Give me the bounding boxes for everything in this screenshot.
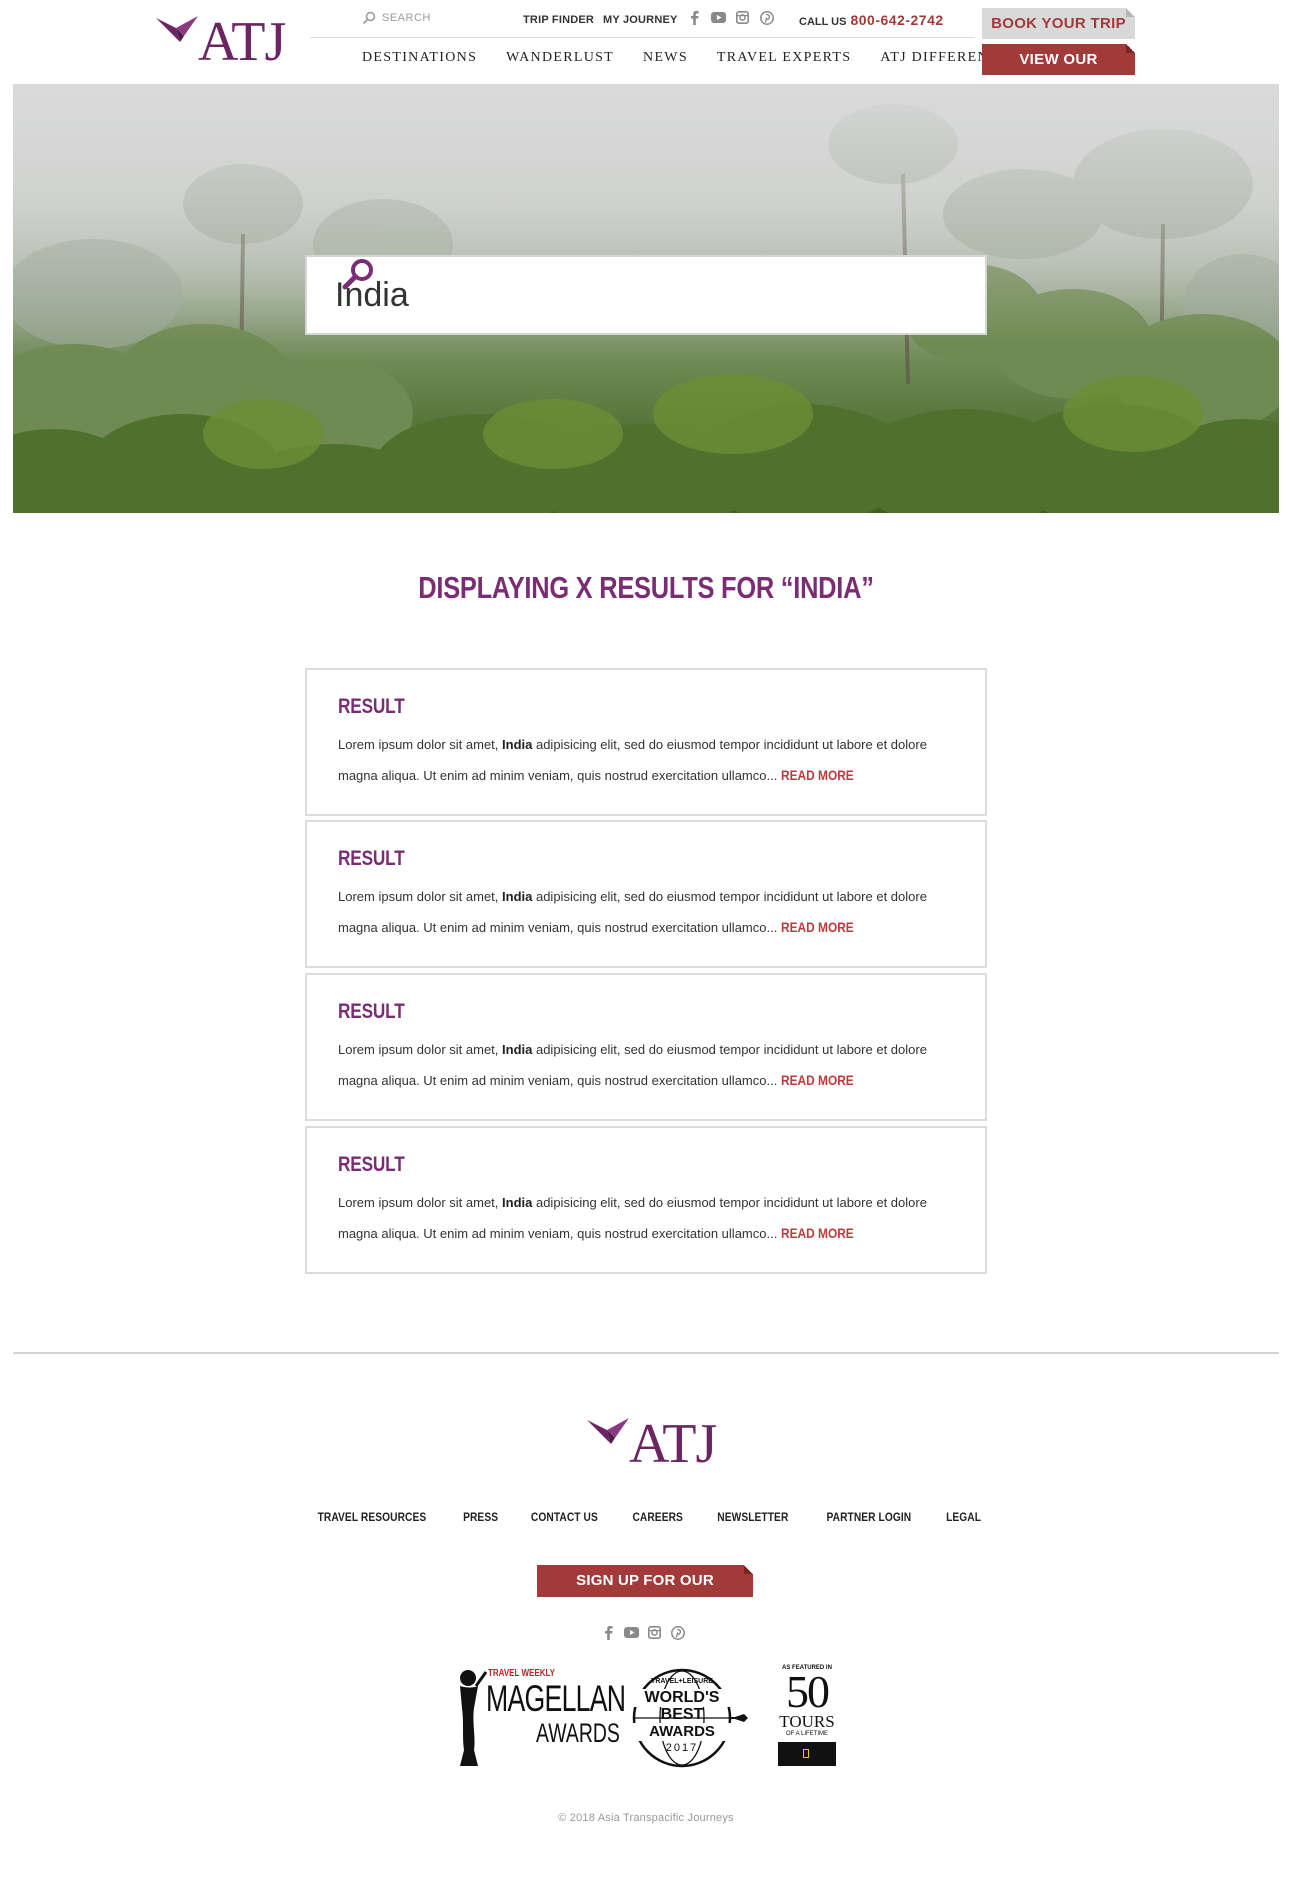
main-nav: DESTINATIONS WANDERLUST NEWS TRAVEL EXPE… [362, 50, 1038, 66]
result-title[interactable]: RESULT [338, 847, 405, 871]
search-term-highlight: India [502, 1042, 533, 1057]
atj-logo[interactable]: ATJ [154, 8, 286, 78]
header-divider [310, 37, 975, 38]
pinterest-icon[interactable] [759, 10, 774, 25]
read-more-link[interactable]: READ MORE [781, 912, 854, 942]
worlds-best-line1: WORLD'S [632, 1689, 732, 1707]
footer-divider [13, 1352, 1279, 1354]
site-header: ATJ SEARCH TRIP FINDER MY JOURNEY CALL U… [0, 0, 1292, 99]
worlds-best-year: 2017 [665, 1742, 699, 1754]
read-more-link[interactable]: READ MORE [781, 760, 854, 790]
search-term-highlight: India [502, 737, 533, 752]
instagram-icon[interactable] [735, 10, 750, 25]
fifty-tours-number: 50 [786, 1666, 830, 1717]
result-title[interactable]: RESULT [338, 1153, 405, 1177]
youtube-icon[interactable] [711, 10, 726, 25]
search-icon [342, 259, 373, 290]
search-term-highlight: India [502, 889, 533, 904]
trip-finder-link[interactable]: TRIP FINDER [523, 14, 594, 26]
corner-fold [1126, 44, 1135, 53]
phone-number[interactable]: 800-642-2742 [850, 12, 943, 28]
result-snippet: Lorem ipsum dolor sit amet, India adipis… [338, 730, 958, 791]
header-search[interactable]: SEARCH [362, 11, 431, 25]
result-snippet: Lorem ipsum dolor sit amet, India adipis… [338, 1035, 958, 1096]
facebook-icon[interactable] [601, 1625, 616, 1640]
magellan-awards-badge: TRAVEL WEEKLY MAGELLAN AWARDS [452, 1668, 626, 1768]
worlds-best-awards-badge: TRAVEL+LEISURE WORLD'S BEST AWARDS 2017 [632, 1668, 752, 1768]
footer-social [601, 1625, 685, 1640]
footer-link-press[interactable]: PRESS [463, 1510, 498, 1524]
footer-link-partner-login[interactable]: PARTNER LOGIN [826, 1510, 911, 1524]
nav-travel-experts[interactable]: TRAVEL EXPERTS [717, 50, 851, 66]
results-heading: DISPLAYING X RESULTS FOR “INDIA” [418, 570, 874, 605]
traveler-badge: TRAVELER [778, 1742, 836, 1783]
worlds-best-line3: AWARDS [632, 1723, 732, 1741]
logo-wordmark: ATJ [198, 11, 286, 73]
utility-bar: SEARCH TRIP FINDER MY JOURNEY CALL US 800… [362, 8, 957, 36]
facebook-icon[interactable] [687, 10, 702, 25]
traveler-badge-label: TRAVELER [780, 1772, 834, 1783]
search-term-highlight: India [502, 1195, 533, 1210]
book-your-trip-button[interactable]: BOOK YOUR TRIP [982, 8, 1135, 39]
view-catalog-button[interactable]: VIEW OUR CATALOG [982, 44, 1135, 99]
read-more-link[interactable]: READ MORE [781, 1218, 854, 1248]
hero-banner [13, 84, 1279, 513]
magellan-sub: AWARDS [536, 1718, 620, 1748]
result-card: RESULT Lorem ipsum dolor sit amet, India… [305, 668, 987, 816]
footer-link-contact-us[interactable]: CONTACT US [531, 1510, 598, 1524]
pinterest-icon[interactable] [670, 1625, 685, 1640]
newsletter-signup-button[interactable]: SIGN UP FOR OUR NEWSLETTER [537, 1565, 753, 1621]
fifty-tours-badge: AS FEATURED IN 50 TOURS OF A LIFETIME TR… [776, 1665, 838, 1783]
call-us-label: CALL US [799, 16, 847, 28]
corner-fold [744, 1565, 753, 1574]
footer-nav: TRAVEL RESOURCES PRESS CONTACT US CAREER… [0, 1510, 1292, 1524]
nav-destinations[interactable]: DESTINATIONS [362, 50, 477, 66]
instagram-icon[interactable] [647, 1625, 662, 1640]
natgeo-frame-icon [803, 1748, 809, 1758]
book-your-trip-label: BOOK YOUR TRIP [991, 15, 1126, 32]
read-more-link[interactable]: READ MORE [781, 1065, 854, 1095]
corner-fold [1126, 8, 1135, 17]
result-card: RESULT Lorem ipsum dolor sit amet, India… [305, 820, 987, 968]
my-journey-link[interactable]: MY JOURNEY [603, 14, 678, 26]
hero-search-input[interactable] [335, 275, 895, 315]
hero-search-box[interactable] [305, 255, 987, 335]
footer-link-travel-resources[interactable]: TRAVEL RESOURCES [318, 1510, 427, 1524]
result-card: RESULT Lorem ipsum dolor sit amet, India… [305, 973, 987, 1121]
newsletter-signup-label: SIGN UP FOR OUR NEWSLETTER [576, 1572, 714, 1621]
fifty-tours-line1: TOURS [779, 1712, 835, 1731]
worlds-best-line2: BEST [660, 1706, 704, 1723]
copyright: © 2018 Asia Transpacific Journeys [558, 1812, 734, 1824]
nav-news[interactable]: NEWS [643, 50, 688, 66]
fifty-tours-line2: OF A LIFETIME [785, 1731, 828, 1737]
footer-link-careers[interactable]: CAREERS [632, 1510, 682, 1524]
trophy-figure-icon [460, 1670, 488, 1766]
footer-link-legal[interactable]: LEGAL [946, 1510, 981, 1524]
result-card: RESULT Lorem ipsum dolor sit amet, India… [305, 1126, 987, 1274]
header-social [687, 10, 774, 25]
footer-atj-logo[interactable]: ATJ [585, 1410, 717, 1480]
footer-logo-wordmark: ATJ [629, 1413, 717, 1475]
youtube-icon[interactable] [624, 1625, 639, 1640]
result-snippet: Lorem ipsum dolor sit amet, India adipis… [338, 1188, 958, 1249]
worlds-best-top: TRAVEL+LEISURE [651, 1678, 713, 1685]
call-us: CALL US 800-642-2742 [799, 12, 944, 28]
header-search-input[interactable]: SEARCH [382, 12, 431, 24]
footer-link-newsletter[interactable]: NEWSLETTER [718, 1510, 789, 1524]
nav-wanderlust[interactable]: WANDERLUST [506, 50, 614, 66]
magellan-name: MAGELLAN [486, 1678, 626, 1719]
search-icon [362, 11, 376, 25]
result-snippet: Lorem ipsum dolor sit amet, India adipis… [338, 882, 958, 943]
result-title[interactable]: RESULT [338, 1000, 405, 1024]
result-title[interactable]: RESULT [338, 695, 405, 719]
